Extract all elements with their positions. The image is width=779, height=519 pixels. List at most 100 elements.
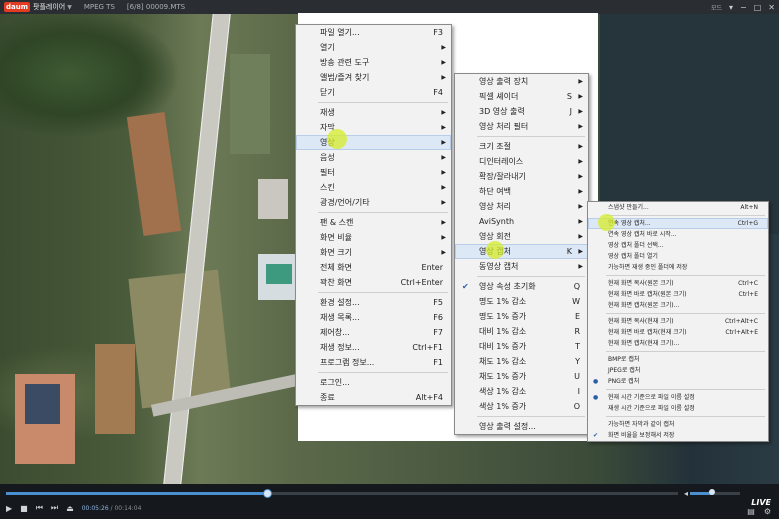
menu-item-shortcut: Ctrl+G [737,220,758,227]
menu-item[interactable]: 현재 화면 복사(현재 크기) Ctrl+Alt+C [588,316,768,327]
menu-item[interactable]: 스냅샷 만들기... Alt+N [588,202,768,213]
menu-item[interactable]: 제어창... F7 [296,325,451,340]
menu-item[interactable]: 채도 1% 감소 Y [455,354,588,369]
menu-item[interactable]: 명도 1% 감소 W [455,294,588,309]
menu-item[interactable]: 영상 출력 설정... [455,419,588,434]
menu-item[interactable]: 재생 ▶ [296,105,451,120]
menu-item[interactable]: 열기 ▶ [296,40,451,55]
live-label[interactable]: LIVE [751,498,771,507]
prev-icon[interactable]: ⏮ [36,503,43,513]
menu-item[interactable]: 앨범/즐겨 찾기 ▶ [296,70,451,85]
menu-item[interactable]: AviSynth ▶ [455,214,588,229]
menu-item[interactable]: 스킨 ▶ [296,180,451,195]
menu-item[interactable]: 영상 캡처 폴더 선택... [588,240,768,251]
menu-item[interactable]: BMP로 캡처 [588,354,768,365]
menu-item[interactable]: 영상 처리 ▶ [455,199,588,214]
menu-item[interactable]: ✔ 영상 속성 초기화 Q [455,279,588,294]
menu-item[interactable]: 음성 ▶ [296,150,451,165]
menu-item[interactable]: 디인터레이스 ▶ [455,154,588,169]
seek-bar[interactable] [6,489,678,498]
menu-item[interactable]: 현재 화면 복사(원본 크기) Ctrl+C [588,278,768,289]
menu-item[interactable]: 연속 영상 캡처 바로 시작... [588,229,768,240]
app-menu-arrow-icon[interactable]: ▼ [67,4,72,11]
menu-item[interactable]: 환경 설정... F5 [296,295,451,310]
menu-item[interactable]: 동영상 캡처 ▶ [455,259,588,274]
menu-item[interactable]: 필터 ▶ [296,165,451,180]
menu-item[interactable]: 3D 영상 출력 J ▶ [455,104,588,119]
menu-item[interactable]: 영상 출력 장치 ▶ [455,74,588,89]
menu-item[interactable]: 재생 정보... Ctrl+F1 [296,340,451,355]
menu-item[interactable]: 자막 ▶ [296,120,451,135]
menu-item[interactable]: 방송 관련 도구 ▶ [296,55,451,70]
menu-item[interactable]: 전체 화면 Enter [296,260,451,275]
daum-logo[interactable]: daum [4,2,31,12]
eject-icon[interactable]: ⏏ [66,504,74,513]
menu-item-shortcut: Q [573,282,580,291]
menu-item[interactable]: 대비 1% 증가 T [455,339,588,354]
menu-item[interactable]: 영상 회전 ▶ [455,229,588,244]
menu-item[interactable]: 화면 크기 ▶ [296,245,451,260]
menu-item[interactable]: 로그인... [296,375,451,390]
menu-item[interactable]: 영상 처리 필터 ▶ [455,119,588,134]
menu-item[interactable]: 하단 여백 ▶ [455,184,588,199]
menu-item[interactable]: 꽉찬 화면 Ctrl+Enter [296,275,451,290]
menu-separator [318,102,448,103]
menu-item[interactable]: 현재 화면 캡처(원본 크기)... [588,300,768,311]
stop-icon[interactable]: ■ [20,504,28,513]
menu-item[interactable]: ● 현재 시간 기준으로 파일 이름 설정 [588,392,768,403]
volume-slider[interactable] [690,489,740,495]
menu-item[interactable]: 프로그램 정보... F1 [296,355,451,370]
menu-item[interactable]: 재생 시간 기준으로 파일 이름 설정 [588,403,768,414]
menu-item[interactable]: 광경/언어/기타 ▶ [296,195,451,210]
menu-item-label: 닫기 [320,88,335,97]
menu-item[interactable]: 영상 캡처 폴더 열기 [588,251,768,262]
menu-arrow-icon[interactable]: ▾ [729,3,733,12]
menu-item[interactable]: 채도 1% 증가 U [455,369,588,384]
seek-handle[interactable] [263,489,273,498]
playlist-icon[interactable]: ▤ [747,507,755,516]
volume-handle[interactable] [709,489,715,495]
click-marker [486,241,504,259]
menu-item[interactable]: JPEG로 캡처 [588,365,768,376]
menu-item[interactable]: ✔ 화면 비율을 보정해서 저장 [588,430,768,441]
menu-item[interactable]: 파일 열기... F3 [296,25,451,40]
menu-item-label: 확장/잘라내기 [479,172,526,181]
menu-item[interactable]: 현재 화면 바로 캡처(원본 크기) Ctrl+E [588,289,768,300]
mode-button[interactable]: 모드 [711,3,722,12]
volume-icon[interactable]: ◂ [684,489,688,498]
menu-item-label: 영상 속성 초기화 [479,282,536,291]
next-icon[interactable]: ⏭ [51,503,58,513]
menu-item-label: 크기 조절 [479,142,511,151]
menu-item[interactable]: 픽셀 셰이더 S ▶ [455,89,588,104]
menu-item[interactable]: 영상 캡처K▶ [455,244,588,259]
menu-item[interactable]: 팬 & 스캔 ▶ [296,215,451,230]
submenu-arrow-icon: ▶ [578,218,583,225]
menu-item[interactable]: 확장/잘라내기 ▶ [455,169,588,184]
menu-item[interactable]: 가능하면 재생 중인 폴더에 저장 [588,262,768,273]
menu-item[interactable]: 현재 화면 바로 캡처(현재 크기) Ctrl+Alt+E [588,327,768,338]
app-name[interactable]: 팟플레이어 [33,2,65,12]
menu-item[interactable]: 크기 조절 ▶ [455,139,588,154]
maximize-icon[interactable]: □ [754,3,762,12]
menu-item[interactable]: 현재 화면 캡처(현재 크기)... [588,338,768,349]
menu-item[interactable]: ● PNG로 캡처 [588,376,768,387]
close-icon[interactable]: ✕ [768,3,775,12]
play-icon[interactable]: ▶ [6,504,12,513]
submenu-arrow-icon: ▶ [578,123,583,130]
menu-item[interactable]: 닫기 F4 [296,85,451,100]
menu-item-label: 파일 열기... [320,28,360,37]
menu-item[interactable]: 색상 1% 증가 O [455,399,588,414]
menu-item[interactable]: 화면 비율 ▶ [296,230,451,245]
menu-item[interactable]: 가능하면 자막과 같이 캡처 [588,419,768,430]
menu-item[interactable]: 대비 1% 감소 R [455,324,588,339]
minimize-icon[interactable]: − [740,3,747,12]
menu-item[interactable]: 명도 1% 증가 E [455,309,588,324]
menu-item[interactable]: 재생 목록... F6 [296,310,451,325]
menu-item[interactable]: 종료 Alt+F4 [296,390,451,405]
menu-item[interactable]: 연속 영상 캡처... Ctrl+G [588,218,768,229]
menu-item[interactable]: 색상 1% 감소 I [455,384,588,399]
menu-item-label: 채도 1% 감소 [479,357,527,366]
settings-gear-icon[interactable]: ⚙ [764,507,771,516]
menu-item[interactable]: 영상▶ [296,135,451,150]
menu-item-label: 로그인... [320,378,350,387]
